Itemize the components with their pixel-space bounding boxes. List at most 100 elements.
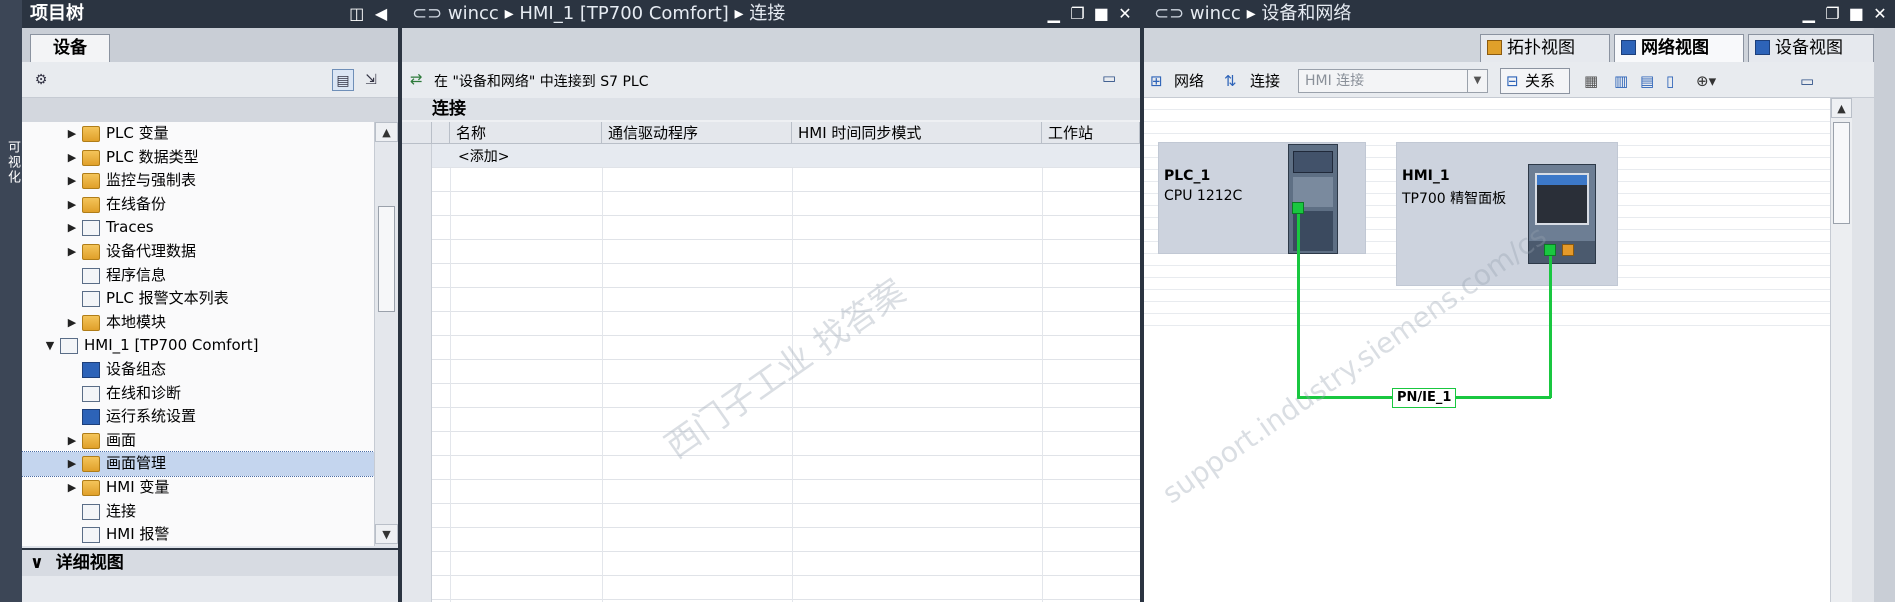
hmi-network-link[interactable] [1549, 256, 1552, 398]
overview-side-panel[interactable] [1852, 98, 1874, 602]
table-row[interactable] [402, 240, 1140, 264]
restore-icon[interactable]: ❐ [1069, 0, 1087, 28]
tree-item[interactable]: HMI 报警 [22, 523, 374, 546]
network-mode-button[interactable]: 网络 [1174, 69, 1204, 93]
tree-item[interactable]: ▶ 设备代理数据 [22, 240, 374, 264]
table-row[interactable] [402, 312, 1140, 336]
hmi-name[interactable]: HMI_1 [1402, 168, 1450, 184]
chevron-right-icon[interactable]: ▶ [66, 240, 78, 264]
tree-item[interactable]: 设备组态 [22, 358, 374, 382]
chevron-right-icon[interactable]: ▶ [66, 452, 78, 476]
chevron-right-icon[interactable]: ▶ [66, 122, 78, 146]
tree-item[interactable]: 运行系统设置 [22, 405, 374, 429]
col-station-header[interactable]: 工作站 [1042, 122, 1140, 144]
table-toggle-icon[interactable]: ▤ [1640, 69, 1654, 93]
tree-item[interactable]: 在线和诊断 [22, 382, 374, 406]
plc-network-link[interactable] [1297, 214, 1300, 398]
table-row[interactable] [402, 504, 1140, 528]
breadcrumb-device[interactable]: HMI_1 [TP700 Comfort] [519, 3, 728, 24]
table-row[interactable] [402, 456, 1140, 480]
tree-export-icon[interactable]: ⇲ [360, 69, 382, 91]
close-icon[interactable]: ✕ [1116, 0, 1134, 28]
show-address-icon[interactable]: ▥ [1614, 69, 1628, 93]
network-mode-icon[interactable]: ⊞ [1150, 69, 1163, 93]
tree-item[interactable]: ▶ 画面管理 [22, 451, 374, 477]
ip-address-icon[interactable]: ▦ [1584, 69, 1598, 93]
chevron-down-icon[interactable]: ▼ [44, 334, 56, 358]
table-row[interactable] [402, 528, 1140, 552]
table-row[interactable] [402, 432, 1140, 456]
hmi-profinet-port[interactable] [1544, 244, 1556, 256]
chevron-right-icon[interactable]: ▶ [66, 146, 78, 170]
close-icon[interactable]: ✕ [1871, 0, 1889, 28]
table-row[interactable] [402, 360, 1140, 384]
connections-mode-button[interactable]: 连接 [1250, 69, 1280, 93]
chevron-right-icon[interactable]: ▶ [66, 193, 78, 217]
minimize-icon[interactable]: ▁ [1045, 0, 1063, 28]
pin-icon[interactable]: ◫ [348, 0, 366, 28]
canvas-scroll-thumb[interactable] [1833, 122, 1850, 224]
hmi-port-2-icon[interactable] [1562, 244, 1574, 256]
tree-item[interactable]: ▶ PLC 数据类型 [22, 146, 374, 170]
table-row[interactable] [402, 192, 1140, 216]
connections-mode-icon[interactable]: ⇅ [1224, 69, 1237, 93]
chevron-right-icon[interactable]: ▶ [66, 216, 78, 240]
table-row[interactable] [402, 384, 1140, 408]
tree-item[interactable]: ▶ 画面 [22, 429, 374, 453]
zoom-icon[interactable]: ⊕▾ [1696, 69, 1716, 93]
chevron-right-icon[interactable]: ▶ [66, 169, 78, 193]
table-row[interactable] [402, 480, 1140, 504]
network-canvas[interactable]: PLC_1 CPU 1212C HMI_1 TP700 精智面板 PN/IE_1 [1144, 98, 1830, 602]
table-row[interactable] [402, 576, 1140, 600]
overview-icon[interactable]: ▯ [1666, 69, 1674, 93]
table-row[interactable] [402, 408, 1140, 432]
breadcrumb-project[interactable]: wincc [1190, 3, 1241, 24]
breadcrumb-project[interactable]: wincc [448, 3, 499, 24]
table-row[interactable] [402, 168, 1140, 192]
chevron-right-icon[interactable]: ▶ [66, 429, 78, 453]
col-timesync-header[interactable]: HMI 时间同步模式 [792, 122, 1042, 144]
plc-module-icon[interactable] [1288, 144, 1338, 254]
tree-item[interactable]: 程序信息 [22, 264, 374, 288]
table-row[interactable] [402, 264, 1140, 288]
toolbar-options-icon[interactable]: ▭ [1800, 69, 1814, 93]
tab-topology-view[interactable]: 拓扑视图 [1480, 34, 1610, 62]
restore-icon[interactable]: ❐ [1824, 0, 1842, 28]
scroll-up-icon[interactable]: ▲ [375, 122, 398, 142]
tree-scroll-thumb[interactable] [378, 206, 395, 312]
connect-in-devices-networks-link[interactable]: 在 "设备和网络" 中连接到 S7 PLC [434, 71, 649, 91]
connection-type-select[interactable]: HMI 连接 ▼ [1298, 69, 1488, 93]
tree-item[interactable]: ▶ 监控与强制表 [22, 169, 374, 193]
chevron-right-icon[interactable]: ▶ [66, 476, 78, 500]
col-name-header[interactable]: 名称 [450, 122, 602, 144]
plc-name[interactable]: PLC_1 [1164, 168, 1210, 184]
connect-plc-icon[interactable]: ⇄ [410, 70, 423, 88]
tree-item[interactable]: ▼ HMI_1 [TP700 Comfort] [22, 334, 374, 358]
tree-item[interactable]: 连接 [22, 500, 374, 524]
tab-devices[interactable]: 设备 [30, 34, 110, 62]
tree-item[interactable]: ▶ 本地模块 [22, 311, 374, 335]
add-row[interactable]: <添加> [402, 144, 1140, 168]
chevron-down-icon[interactable]: ▼ [1467, 70, 1487, 92]
scroll-down-icon[interactable]: ▼ [375, 524, 398, 544]
left-side-strip[interactable]: 可视化 [0, 0, 22, 602]
maximize-icon[interactable]: ■ [1847, 0, 1865, 28]
subnet-label[interactable]: PN/IE_1 [1392, 388, 1457, 408]
scroll-up-icon[interactable]: ▲ [1831, 98, 1852, 118]
tree-item[interactable]: ▶ HMI 变量 [22, 476, 374, 500]
maximize-icon[interactable]: ■ [1092, 0, 1110, 28]
tree-item[interactable]: PLC 报警文本列表 [22, 287, 374, 311]
toolbar-options-icon[interactable]: ▭ [1102, 69, 1116, 87]
collapse-left-icon[interactable]: ◀ [372, 0, 390, 28]
canvas-scrollbar[interactable]: ▲ [1830, 98, 1852, 602]
tree-device-settings-icon[interactable]: ⚙ [30, 69, 52, 91]
table-row[interactable] [402, 552, 1140, 576]
tree-scrollbar[interactable]: ▲ ▼ [374, 122, 398, 546]
tree-list-view-icon[interactable]: ▤ [332, 69, 354, 91]
tab-network-view[interactable]: 网络视图 [1614, 34, 1744, 62]
table-row[interactable] [402, 216, 1140, 240]
col-driver-header[interactable]: 通信驱动程序 [602, 122, 792, 144]
relations-button[interactable]: ⊟ 关系 [1500, 68, 1570, 94]
table-row[interactable] [402, 288, 1140, 312]
detail-expand-icon[interactable]: ∨ [30, 553, 44, 573]
